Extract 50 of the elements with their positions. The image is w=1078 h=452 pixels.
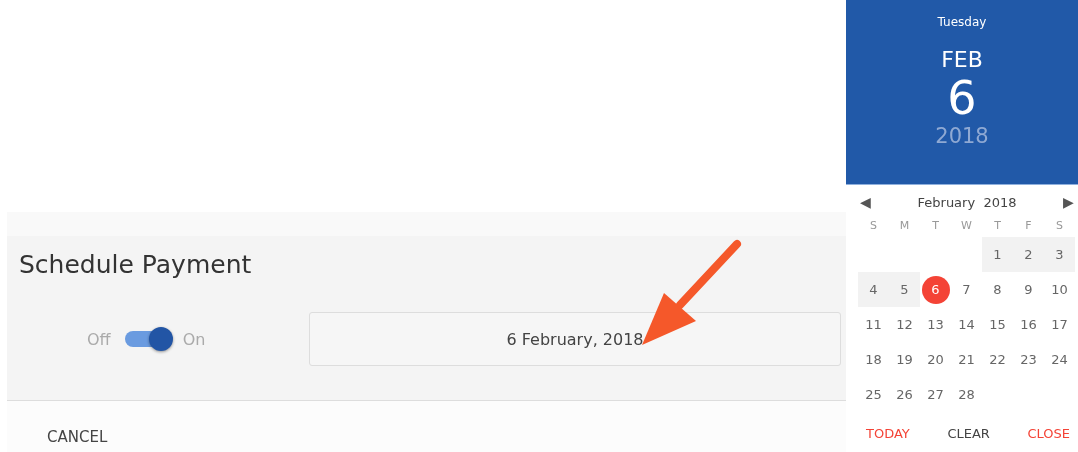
- year-label: 2018: [935, 124, 989, 148]
- close-button[interactable]: CLOSE: [1027, 426, 1070, 441]
- today-button[interactable]: TODAY: [866, 426, 910, 441]
- calendar-day[interactable]: 1: [983, 240, 1012, 269]
- calendar-day[interactable]: 24: [1045, 345, 1074, 374]
- clear-button[interactable]: CLEAR: [947, 426, 990, 441]
- calendar-day[interactable]: 5: [890, 275, 919, 304]
- calendar-day[interactable]: 16: [1014, 310, 1043, 339]
- weekday-heading: T: [931, 217, 940, 234]
- weekday-heading: T: [993, 217, 1002, 234]
- calendar-day[interactable]: 14: [952, 310, 981, 339]
- calendar-day[interactable]: 9: [1014, 275, 1043, 304]
- month-label: FEB: [941, 47, 983, 72]
- calendar-day[interactable]: 19: [890, 345, 919, 374]
- calendar-day[interactable]: 21: [952, 345, 981, 374]
- date-field[interactable]: 6 February, 2018: [309, 312, 841, 366]
- calendar-day[interactable]: 10: [1045, 275, 1074, 304]
- calendar-day[interactable]: 28: [952, 380, 981, 409]
- calendar-day[interactable]: 27: [921, 380, 950, 409]
- calendar-day[interactable]: 6: [921, 275, 950, 304]
- previous-month-button[interactable]: ◀: [860, 194, 871, 210]
- toggle-label: On: [182, 329, 206, 349]
- day-label: 6: [947, 72, 977, 124]
- calendar-day[interactable]: 8: [983, 275, 1012, 304]
- calendar-day[interactable]: 26: [890, 380, 919, 409]
- weekday-heading: M: [898, 217, 911, 234]
- calendar-day[interactable]: 20: [921, 345, 950, 374]
- calendar-day[interactable]: 11: [859, 310, 888, 339]
- calendar-day[interactable]: 25: [859, 380, 888, 409]
- weekday-heading: S: [869, 217, 878, 234]
- weekday-label: Tuesday: [937, 15, 987, 29]
- calendar-day[interactable]: 12: [890, 310, 919, 339]
- calendar-day[interactable]: 3: [1045, 240, 1074, 269]
- calendar-day[interactable]: 2: [1014, 240, 1043, 269]
- calendar-day[interactable]: 22: [983, 345, 1012, 374]
- month-title: February 2018: [917, 194, 1017, 210]
- calendar-day[interactable]: 7: [952, 275, 981, 304]
- weekday-heading: F: [1024, 217, 1033, 234]
- calendar-day[interactable]: 18: [859, 345, 888, 374]
- calendar-day[interactable]: 23: [1014, 345, 1043, 374]
- toggle-label: Off: [87, 329, 111, 349]
- calendar-day[interactable]: 17: [1045, 310, 1074, 339]
- dialog-title: Schedule Payment: [19, 250, 253, 281]
- calendar-day[interactable]: 15: [983, 310, 1012, 339]
- cancel-button[interactable]: CANCEL: [47, 428, 108, 446]
- weekday-heading: W: [960, 217, 973, 234]
- calendar-day[interactable]: 4: [859, 275, 888, 304]
- weekday-heading: S: [1055, 217, 1064, 234]
- next-month-button[interactable]: ▶: [1063, 194, 1074, 210]
- calendar-day[interactable]: 13: [921, 310, 950, 339]
